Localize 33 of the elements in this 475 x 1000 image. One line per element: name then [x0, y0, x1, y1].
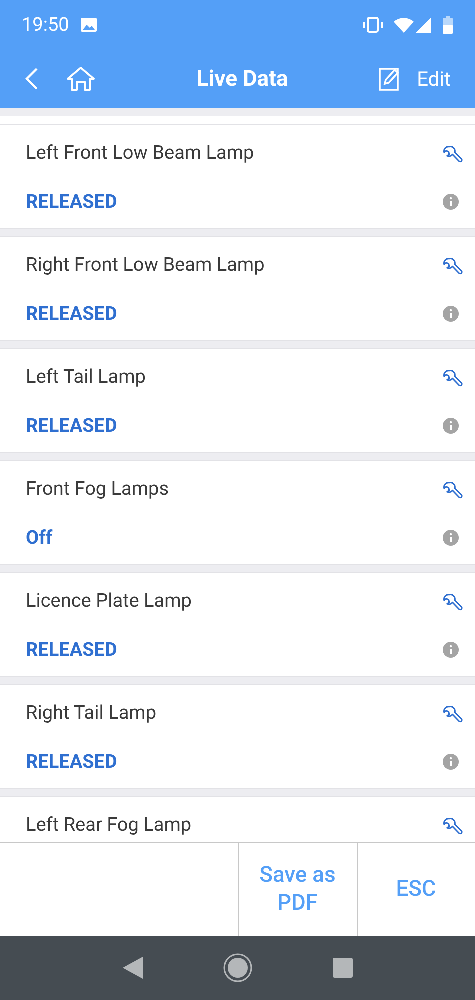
item-name: Left Rear Fog Lamp: [26, 812, 192, 838]
item-name: Front Fog Lamps: [26, 476, 170, 502]
vibrate-icon: [362, 17, 384, 33]
info-icon[interactable]: [443, 754, 459, 770]
home-nav-icon[interactable]: [222, 953, 252, 983]
item-value: RELEASED: [26, 412, 118, 438]
info-icon[interactable]: [443, 642, 459, 658]
item-name: Left Front Low Beam Lamp: [26, 140, 254, 166]
item-value: Off: [26, 524, 53, 550]
status-time: 19:50: [22, 12, 70, 38]
item-name: Licence Plate Lamp: [26, 588, 192, 614]
item-value: RELEASED: [26, 300, 118, 326]
signal-icon: [416, 18, 431, 32]
item-name: Right Front Low Beam Lamp: [26, 252, 265, 278]
item-value: RELEASED: [26, 748, 118, 774]
back-nav-icon[interactable]: [122, 957, 142, 979]
item-name: Left Tail Lamp: [26, 364, 146, 390]
wifi-icon: [394, 18, 414, 32]
edit-button[interactable]: Edit: [379, 64, 451, 94]
battery-icon: [443, 16, 453, 34]
info-icon[interactable]: [443, 530, 459, 546]
edit-icon: [379, 67, 402, 91]
recents-nav-icon[interactable]: [332, 958, 352, 978]
item-name: Right Tail Lamp: [26, 700, 156, 726]
image-icon: [81, 18, 98, 32]
info-icon[interactable]: [443, 306, 459, 322]
item-value: RELEASED: [26, 636, 118, 662]
info-icon[interactable]: [443, 418, 459, 434]
info-icon[interactable]: [443, 194, 459, 210]
back-icon[interactable]: [24, 67, 40, 91]
home-icon[interactable]: [66, 66, 96, 92]
item-value: RELEASED: [26, 188, 118, 214]
page-title: Live Data: [196, 66, 290, 94]
